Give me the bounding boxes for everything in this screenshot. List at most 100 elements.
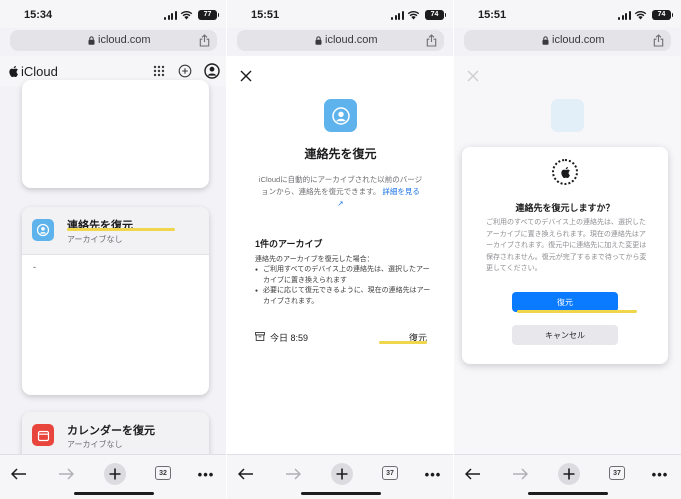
url-text: icloud.com: [98, 34, 151, 46]
status-bar: 15:34 77: [0, 0, 227, 28]
forward-icon: [59, 468, 74, 480]
dialog-title: 連絡先を復元しますか？: [515, 203, 615, 213]
browser-toolbar: 32 •••: [0, 454, 227, 499]
share-icon[interactable]: [653, 34, 664, 47]
wifi-icon: [407, 10, 420, 20]
cancel-button[interactable]: キャンセル: [512, 325, 618, 345]
icloud-logo[interactable]: iCloud: [8, 64, 58, 79]
forward-button[interactable]: [284, 465, 302, 483]
wifi-icon: [634, 10, 647, 20]
close-icon[interactable]: [240, 70, 252, 82]
archive-heading: 1件のアーカイブ: [255, 239, 323, 249]
new-tab-icon: [336, 468, 348, 480]
confirm-restore-button[interactable]: 復元: [512, 292, 618, 312]
home-indicator: [301, 492, 381, 495]
confirm-dialog: 連絡先を復元しますか？ ご利用のすべてのデバイス上の連絡先は、選択したアーカイブ…: [462, 147, 668, 364]
status-bar: 15:51 74: [227, 0, 454, 28]
share-icon[interactable]: [199, 34, 210, 47]
card-body-dash: -: [33, 262, 36, 272]
status-time: 15:51: [251, 9, 280, 21]
status-time: 15:34: [24, 9, 53, 21]
archive-intro: 連絡先のアーカイブを復元した場合：: [255, 256, 374, 263]
back-icon: [465, 468, 480, 480]
home-indicator: [528, 492, 608, 495]
more-icon[interactable]: •••: [197, 465, 215, 483]
list-item: ご利用すべてのデバイス上の連絡先は、選択したアーカイブに置き換えられます: [255, 265, 431, 286]
add-circle-icon[interactable]: [178, 64, 192, 78]
card-subtitle: アーカイブなし: [67, 235, 123, 244]
new-tab-button[interactable]: [104, 463, 126, 485]
tabs-button[interactable]: 32: [155, 466, 171, 480]
back-button[interactable]: [10, 465, 28, 483]
apple-icon: [552, 159, 578, 185]
highlight-marker: [517, 310, 637, 313]
url-text: icloud.com: [552, 34, 605, 46]
more-icon[interactable]: •••: [651, 465, 669, 483]
status-time: 15:51: [478, 9, 507, 21]
share-icon[interactable]: [426, 34, 437, 47]
address-bar[interactable]: icloud.com: [237, 30, 444, 51]
back-icon: [238, 468, 253, 480]
back-button[interactable]: [464, 465, 482, 483]
new-tab-icon: [109, 468, 121, 480]
contacts-icon: [324, 99, 357, 132]
home-indicator: [74, 492, 154, 495]
signal-icon: [618, 11, 631, 20]
forward-button[interactable]: [57, 465, 75, 483]
list-item: 必要に応じて復元できるように、現在の連絡先はアーカイブされます。: [255, 286, 431, 307]
brand-label: iCloud: [21, 64, 58, 79]
lock-icon: [88, 36, 95, 45]
new-tab-icon: [563, 468, 575, 480]
signal-icon: [164, 11, 177, 20]
browser-toolbar: 37 •••: [227, 454, 454, 499]
panel-divider: [226, 0, 227, 499]
url-text: icloud.com: [325, 34, 378, 46]
card-title: カレンダーを復元: [67, 425, 155, 437]
archive-time: 今日 8:59: [270, 333, 309, 343]
sheet-title: 連絡先を復元: [304, 147, 377, 161]
highlight-marker: [379, 341, 427, 344]
more-icon[interactable]: •••: [424, 465, 442, 483]
new-tab-button[interactable]: [558, 463, 580, 485]
lock-icon: [542, 36, 549, 45]
address-bar[interactable]: icloud.com: [464, 30, 671, 51]
dialog-description: ご利用のすべてのデバイス上の連絡先は、選択したアーカイブに置き換えられます。現在…: [486, 219, 647, 272]
app-grid-icon[interactable]: [152, 64, 166, 78]
battery-indicator: 74: [425, 10, 446, 20]
signal-icon: [391, 11, 404, 20]
account-icon[interactable]: [204, 63, 220, 79]
restore-contacts-card[interactable]: 連絡先を復元 アーカイブなし: [22, 207, 209, 395]
archive-notes: ご利用すべてのデバイス上の連絡先は、選択したアーカイブに置き換えられます 必要に…: [255, 265, 431, 307]
lock-icon: [315, 36, 322, 45]
battery-indicator: 74: [652, 10, 673, 20]
wifi-icon: [180, 10, 193, 20]
battery-indicator: 77: [198, 10, 219, 20]
address-bar[interactable]: icloud.com: [10, 30, 217, 51]
back-button[interactable]: [237, 465, 255, 483]
forward-icon: [513, 468, 528, 480]
settings-card-top: [22, 80, 209, 188]
restore-sheet: 連絡先を復元 iCloudに自動的にアーカイブされた以前のバージョンから、連絡先…: [227, 56, 454, 454]
card-subtitle: アーカイブなし: [67, 440, 123, 449]
forward-button[interactable]: [511, 465, 529, 483]
highlight-marker: [67, 228, 175, 231]
panel-divider: [453, 0, 454, 499]
contacts-icon: [32, 219, 54, 241]
apple-icon: [9, 65, 18, 77]
close-icon: [467, 70, 479, 82]
dimmed-sheet: 連絡先を復元しますか？ ご利用のすべてのデバイス上の連絡先は、選択したアーカイブ…: [454, 56, 681, 454]
tabs-button[interactable]: 37: [609, 466, 625, 480]
contacts-icon: [551, 99, 584, 132]
screen-restore-contacts: 15:51 74 icloud.com 連絡先を復元 iCloudに自動的にアー…: [227, 0, 454, 499]
archive-box-icon: [255, 332, 265, 341]
card-header: 連絡先を復元 アーカイブなし: [22, 207, 209, 255]
browser-toolbar: 37 •••: [454, 454, 681, 499]
tabs-button[interactable]: 37: [382, 466, 398, 480]
forward-icon: [286, 468, 301, 480]
screen-icloud-settings: 15:34 77 icloud.com iCloud 連絡先を復元 アーカイブな…: [0, 0, 227, 499]
new-tab-button[interactable]: [331, 463, 353, 485]
sheet-description: iCloudに自動的にアーカイブされた以前のバージョンから、連絡先を復元できます…: [257, 174, 424, 210]
calendar-icon: [32, 424, 54, 446]
status-bar: 15:51 74: [454, 0, 681, 28]
screen-restore-confirm: 15:51 74 icloud.com 連絡先を復元しますか？ ご利用のすべての…: [454, 0, 681, 499]
